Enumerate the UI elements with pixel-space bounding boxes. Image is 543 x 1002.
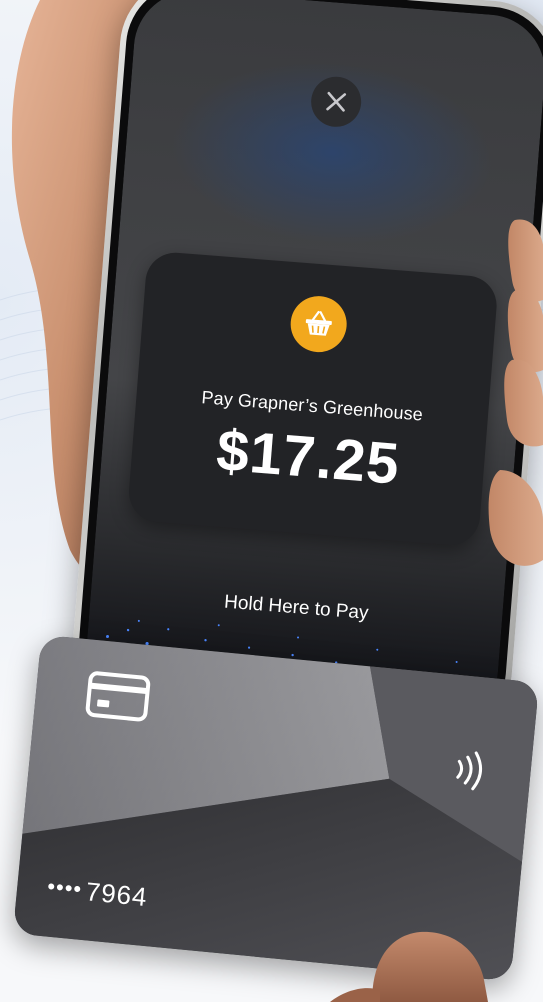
phone: Pay Grapner’s Greenhouse $17.25 Hold Her… <box>67 0 543 745</box>
contactless-icon <box>456 751 483 791</box>
card-number-mask: •••• <box>46 873 84 902</box>
photo-scene: Pay Grapner’s Greenhouse $17.25 Hold Her… <box>0 0 543 1002</box>
close-icon <box>326 91 347 112</box>
shopping-basket-icon <box>305 310 332 336</box>
card-last-four: 7964 <box>84 876 149 913</box>
merchant-avatar <box>288 293 349 355</box>
payment-card: ••••7964 <box>12 634 540 982</box>
phone-screen: Pay Grapner’s Greenhouse $17.25 Hold Her… <box>82 0 543 730</box>
credit-card-icon <box>85 671 151 722</box>
close-button[interactable] <box>309 74 364 129</box>
payment-sheet: Pay Grapner’s Greenhouse $17.25 <box>126 250 499 548</box>
